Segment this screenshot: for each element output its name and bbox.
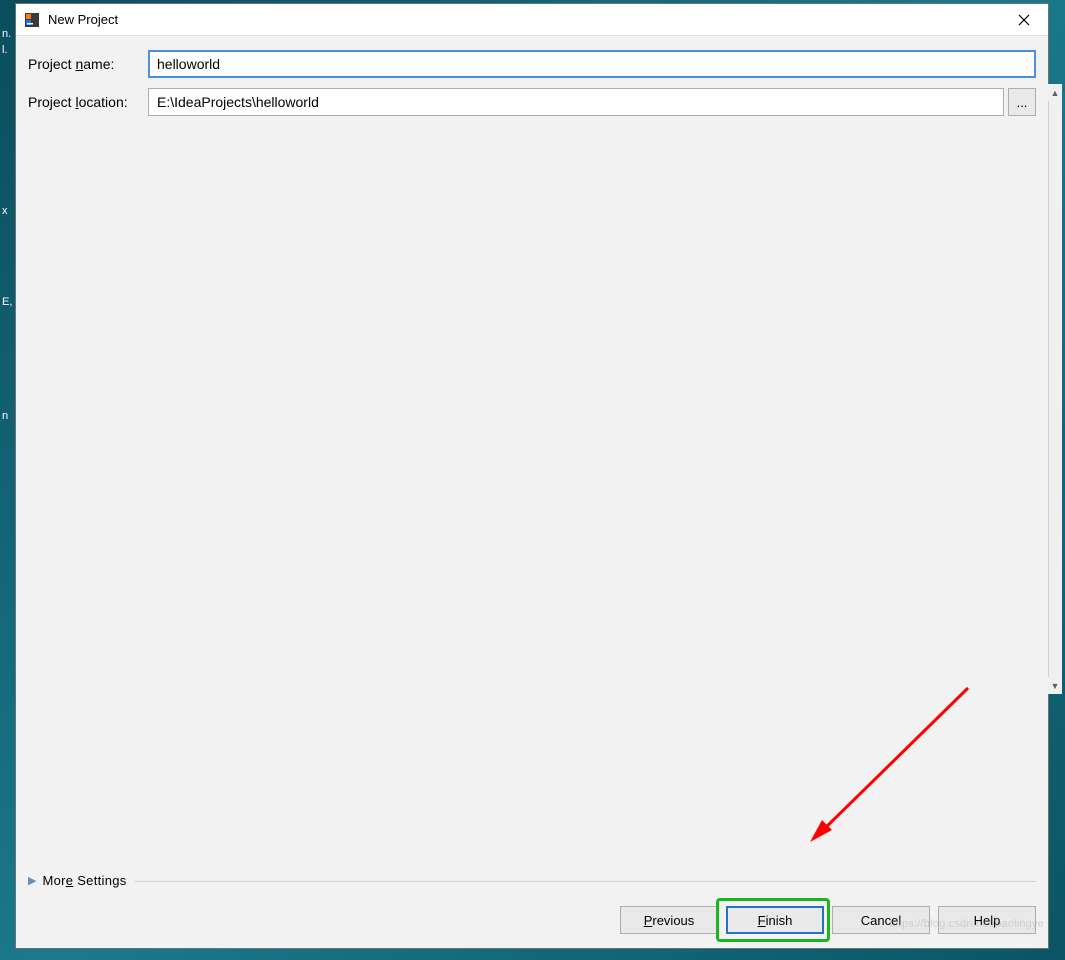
project-name-label: Project name: (28, 56, 148, 72)
dialog-title: New Project (48, 12, 1001, 27)
desktop-text-fragment: E, (2, 296, 12, 308)
dialog-button-bar: Previous Finish Cancel Help (16, 898, 1048, 948)
separator-line (135, 881, 1036, 882)
project-location-row: Project location: ... (28, 88, 1036, 116)
project-name-input[interactable] (148, 50, 1036, 78)
desktop-text-fragment: l. (2, 44, 8, 56)
cancel-button[interactable]: Cancel (832, 906, 930, 934)
scrollbar-down-icon[interactable]: ▼ (1048, 677, 1062, 694)
intellij-icon (24, 12, 40, 28)
scrollbar-up-icon[interactable]: ▲ (1048, 84, 1062, 101)
more-settings-label: More Settings (42, 873, 126, 888)
desktop-text-fragment: x (2, 205, 8, 217)
previous-button[interactable]: Previous (620, 906, 718, 934)
browse-location-button[interactable]: ... (1008, 88, 1036, 116)
outer-scrollbar[interactable] (1048, 84, 1062, 694)
desktop-text-fragment: n. (2, 28, 11, 40)
desktop-text-fragment: n (2, 410, 8, 422)
finish-button[interactable]: Finish (726, 906, 824, 934)
close-button[interactable] (1001, 5, 1046, 35)
help-button[interactable]: Help (938, 906, 1036, 934)
more-settings-toggle[interactable]: ▶ More Settings (28, 869, 1036, 898)
titlebar: New Project (16, 4, 1048, 36)
project-name-row: Project name: (28, 50, 1036, 78)
expand-right-icon: ▶ (28, 874, 36, 887)
new-project-dialog: New Project Project name: Project locati… (15, 3, 1049, 949)
close-icon (1018, 14, 1030, 26)
content-spacer (28, 126, 1036, 869)
dialog-content: Project name: Project location: ... ▶ Mo… (16, 36, 1048, 898)
project-location-input[interactable] (148, 88, 1004, 116)
project-location-label: Project location: (28, 94, 148, 110)
